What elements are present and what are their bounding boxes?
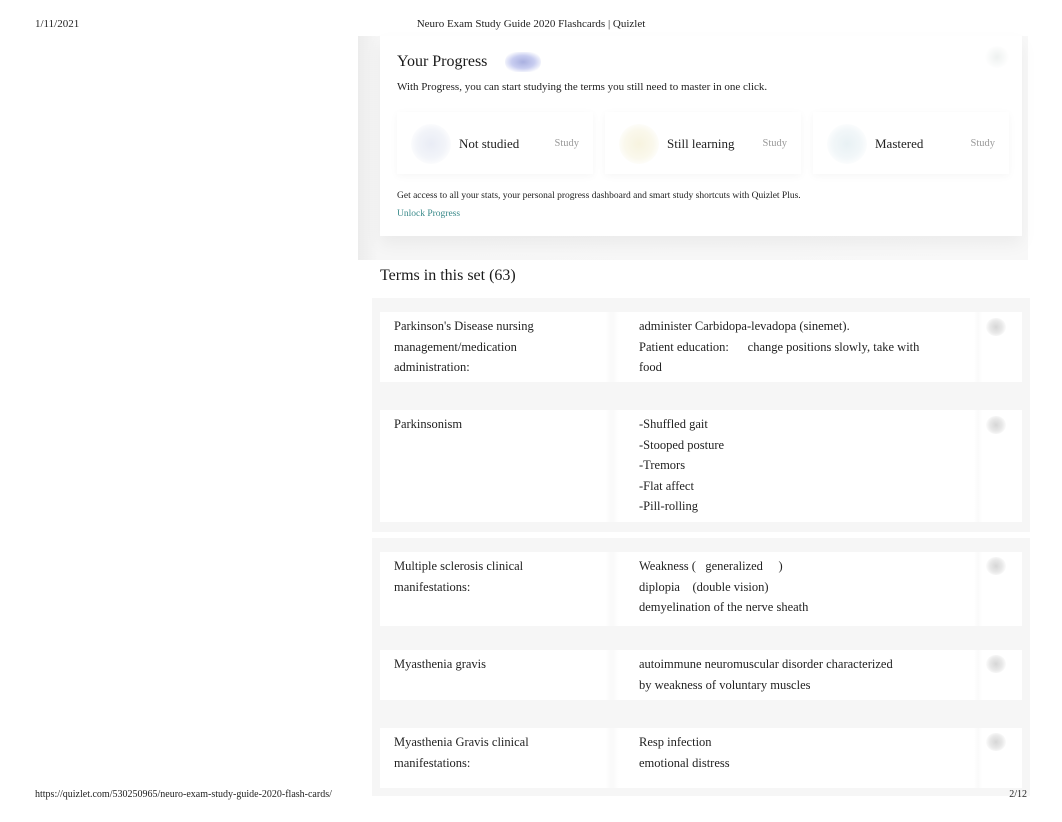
term-word: Parkinson's Disease nursing management/me… xyxy=(394,316,604,378)
term-divider xyxy=(605,650,619,700)
still-learning-icon xyxy=(619,124,659,164)
star-icon[interactable] xyxy=(986,557,1006,575)
term-actions-divider xyxy=(974,728,982,788)
term-line: management/medication xyxy=(394,339,517,354)
term-row: Myasthenia Gravis clinical manifestations… xyxy=(380,728,1022,788)
definition-line: -Shuffled gait xyxy=(639,417,708,431)
star-icon[interactable] xyxy=(986,416,1006,434)
term-line: Parkinson's Disease nursing xyxy=(394,319,534,333)
definition-line: Resp infection xyxy=(639,735,712,749)
term-line: Myasthenia Gravis clinical xyxy=(394,735,529,749)
term-line: Parkinsonism xyxy=(394,417,463,431)
bucket-label: Not studied xyxy=(459,136,520,151)
unlock-progress-link[interactable]: Unlock Progress xyxy=(397,209,460,219)
term-line: manifestations: xyxy=(394,755,471,770)
star-icon[interactable] xyxy=(986,733,1006,751)
term-row: Parkinson's Disease nursing management/me… xyxy=(380,312,1022,382)
term-row: Parkinsonism -Shuffled gait -Stooped postu… xyxy=(380,410,1022,522)
quizlet-plus-note: Get access to all your stats, your perso… xyxy=(397,191,801,201)
term-divider xyxy=(605,552,619,626)
term-line: Myasthenia gravis xyxy=(394,657,486,671)
star-icon[interactable] xyxy=(986,318,1006,336)
study-mastered-button[interactable]: Study xyxy=(970,138,995,149)
terms-heading: Terms in this set (63) xyxy=(380,267,516,284)
term-row: Multiple sclerosis clinical manifestation… xyxy=(380,552,1022,626)
definition-line: administer Carbidopa-levadopa (sinemet). xyxy=(639,319,850,333)
term-divider xyxy=(605,728,619,788)
term-definition: Resp infection emotional distress xyxy=(639,732,939,773)
print-url: https://quizlet.com/530250965/neuro-exam… xyxy=(35,789,332,800)
definition-line: by weakness of voluntary muscles xyxy=(639,677,811,692)
term-definition: autoimmune neuromuscular disorder charac… xyxy=(639,654,939,695)
term-definition: -Shuffled gait -Stooped posture -Tremors -F… xyxy=(639,414,939,517)
term-row: Myasthenia gravis autoimmune neuromuscula… xyxy=(380,650,1022,700)
term-divider xyxy=(605,312,619,382)
definition-line: autoimmune neuromuscular disorder charac… xyxy=(639,657,893,671)
bucket-label: Still learning xyxy=(667,136,735,151)
print-page-title: Neuro Exam Study Guide 2020 Flashcards |… xyxy=(416,18,646,30)
definition-line: -Flat affect xyxy=(639,478,694,493)
print-page-number: 2/12 xyxy=(1009,789,1027,800)
definition-line: diplopia (double vision) xyxy=(639,579,769,594)
term-line: manifestations: xyxy=(394,579,471,594)
term-word: Myasthenia gravis xyxy=(394,654,604,675)
definition-line: -Stooped posture xyxy=(639,437,725,452)
study-not-studied-button[interactable]: Study xyxy=(554,138,579,149)
term-word: Multiple sclerosis clinical manifestation… xyxy=(394,556,604,597)
term-word: Parkinsonism xyxy=(394,414,604,435)
definition-line: -Tremors xyxy=(639,458,686,472)
term-divider xyxy=(605,410,619,522)
term-actions-divider xyxy=(974,552,982,626)
definition-line: food xyxy=(639,360,662,374)
term-actions-divider xyxy=(974,650,982,700)
definition-line: emotional distress xyxy=(639,755,730,770)
info-icon[interactable] xyxy=(985,46,1009,68)
plus-badge-icon xyxy=(505,52,541,72)
progress-title: Your Progress xyxy=(397,53,488,70)
progress-description: With Progress, you can start studying th… xyxy=(397,81,768,93)
term-line: administration: xyxy=(394,360,470,374)
term-word: Myasthenia Gravis clinical manifestations… xyxy=(394,732,604,773)
star-icon[interactable] xyxy=(986,655,1006,673)
definition-line: demyelination of the nerve sheath xyxy=(639,600,809,614)
not-studied-icon xyxy=(411,124,451,164)
definition-line: Patient education: change positions slow… xyxy=(639,339,920,354)
bucket-not-studied[interactable]: Not studied Study xyxy=(397,112,593,174)
term-actions-divider xyxy=(974,312,982,382)
study-still-learning-button[interactable]: Study xyxy=(762,138,787,149)
bucket-still-learning[interactable]: Still learning Study xyxy=(605,112,801,174)
definition-line: -Pill-rolling xyxy=(639,499,699,513)
term-definition: Weakness ( generalized ) diplopia (double… xyxy=(639,556,939,618)
definition-line: Weakness ( generalized ) xyxy=(639,559,783,573)
bucket-label: Mastered xyxy=(875,136,924,151)
term-actions-divider xyxy=(974,410,982,522)
bucket-mastered[interactable]: Mastered Study xyxy=(813,112,1009,174)
term-definition: administer Carbidopa-levadopa (sinemet).… xyxy=(639,316,939,378)
mastered-icon xyxy=(827,124,867,164)
term-line: Multiple sclerosis clinical xyxy=(394,559,524,573)
